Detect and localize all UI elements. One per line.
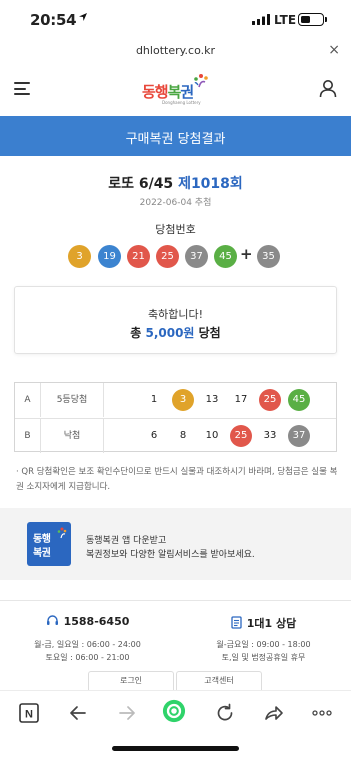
logo-text-1: 동행 — [142, 83, 169, 101]
phone-number[interactable]: 1588-6450 — [64, 615, 130, 628]
logo-text-2: 복 — [167, 83, 182, 101]
ticket-number-matched: 37 — [288, 425, 310, 447]
naver-n-icon[interactable]: N — [17, 701, 41, 725]
app-icon-text-1: 동행 — [33, 534, 51, 545]
app-banner[interactable]: 동행 복권 동행복권 앱 다운받고 복권정보와 다양한 알림서비스를 받아보세요… — [0, 508, 351, 580]
battery-icon — [298, 13, 327, 26]
back-arrow-icon[interactable] — [66, 701, 90, 725]
chat-hours-1: 월-금요일 : 09:00 - 18:00 — [216, 640, 311, 649]
ticket-number-matched: 25 — [259, 389, 281, 411]
customer-center-button[interactable]: 고객센터 — [176, 671, 262, 691]
prize-amount: 5,000원 — [145, 326, 195, 340]
status-time: 20:54 — [30, 11, 77, 29]
app-flame-icon — [57, 527, 67, 539]
status-bar: 20:54 LTE — [0, 0, 351, 40]
ticket-number: 6 — [150, 430, 158, 441]
share-icon[interactable] — [262, 701, 286, 725]
ticket-number: 33 — [263, 430, 277, 441]
winning-ball: 37 — [185, 245, 208, 268]
prize-suffix: 당첨 — [194, 326, 221, 340]
chat-support: 1대1 상담 월-금요일 : 09:00 - 18:00 토,일 및 법정공휴일… — [176, 615, 351, 664]
ticket-number-matched: 3 — [172, 389, 194, 411]
draw-game: 로또 6/45 — [108, 176, 174, 192]
prize-box: 축하합니다! 총 5,000원 당첨 — [14, 286, 337, 354]
reload-icon[interactable] — [213, 701, 237, 725]
ticket-number-matched: 25 — [230, 425, 252, 447]
ticket-row: A 5등당첨 1 3 13 17 25 45 — [15, 383, 336, 418]
home-indicator — [112, 746, 239, 751]
network-type: LTE — [274, 13, 297, 27]
ticket-number-matched: 45 — [288, 389, 310, 411]
app-icon[interactable]: 동행 복권 — [27, 522, 71, 566]
page-title: 구매복권 당첨결과 — [125, 132, 226, 147]
naver-letter: N — [25, 709, 33, 721]
site-header: 동행복권 Donghaeng Lottery — [0, 62, 351, 116]
congrats-text: 축하합니다! — [147, 308, 203, 321]
login-button[interactable]: 로그인 — [88, 671, 174, 691]
browser-toolbar: N — [0, 690, 351, 759]
ticket-slot: B — [15, 419, 41, 453]
user-icon[interactable] — [319, 79, 337, 98]
hamburger-menu-icon[interactable] — [14, 82, 30, 95]
page-title-bar: 구매복권 당첨결과 — [0, 116, 351, 156]
app-banner-line-2: 복권정보와 다양한 알림서비스를 받아보세요. — [86, 550, 255, 560]
ticket-number: 13 — [205, 394, 219, 405]
winning-ball: 25 — [156, 245, 179, 268]
phone-support: 1588-6450 월-금, 일요일 : 06:00 - 24:00 토요일 :… — [0, 615, 175, 664]
ticket-number: 8 — [179, 430, 187, 441]
ticket-table: A 5등당첨 1 3 13 17 25 45 B 낙첨 6 8 10 25 33 37 — [14, 382, 337, 453]
draw-date: 2022-06-04 추첨 — [139, 198, 212, 208]
signal-bars-icon — [252, 14, 270, 25]
ticket-number: 1 — [150, 394, 158, 405]
prize-total: 총 5,000원 당첨 — [15, 324, 336, 341]
draw-round: 제1018회 — [178, 176, 243, 192]
phone-hours-1: 월-금, 일요일 : 06:00 - 24:00 — [34, 640, 141, 649]
green-dot-icon[interactable] — [162, 699, 186, 723]
forward-arrow-icon[interactable] — [115, 701, 139, 725]
logo-flame-icon — [194, 74, 208, 88]
location-arrow-icon — [79, 13, 87, 21]
draw-title: 로또 6/45 제1018회 — [0, 173, 351, 193]
chat-hours-2: 토,일 및 법정공휴일 휴무 — [221, 653, 306, 662]
prize-prefix: 총 — [130, 326, 146, 340]
phone-hours-2: 토요일 : 06:00 - 21:00 — [45, 653, 130, 662]
site-footer: 1588-6450 월-금, 일요일 : 06:00 - 24:00 토요일 :… — [0, 600, 351, 691]
url-text[interactable]: dhlottery.co.kr — [0, 44, 351, 57]
winning-numbers-label: 당첨번호 — [155, 223, 196, 236]
ticket-slot: A — [15, 383, 41, 417]
document-icon — [231, 616, 242, 629]
ticket-number: 17 — [234, 394, 248, 405]
close-icon[interactable]: × — [328, 42, 340, 58]
qr-notice: · QR 당첨확인은 보조 확인수단이므로 반드시 실물과 대조하시기 바라며,… — [16, 467, 338, 492]
bonus-plus: + — [240, 245, 253, 263]
chat-label[interactable]: 1대1 상담 — [247, 617, 297, 630]
winning-ball: 21 — [127, 245, 150, 268]
ticket-row: B 낙첨 6 8 10 25 33 37 — [15, 418, 336, 453]
logo-subtitle: Donghaeng Lottery — [162, 100, 201, 105]
bonus-ball: 35 — [257, 245, 280, 268]
winning-ball: 45 — [214, 245, 237, 268]
app-icon-text-2: 복권 — [33, 548, 51, 559]
browser-url-bar[interactable]: dhlottery.co.kr × — [0, 40, 351, 62]
ticket-result: 5등당첨 — [41, 383, 104, 417]
headset-icon — [46, 615, 58, 625]
more-icon[interactable] — [310, 701, 334, 725]
winning-ball: 19 — [98, 245, 121, 268]
winning-ball: 3 — [68, 245, 91, 268]
site-logo[interactable]: 동행복권 Donghaeng Lottery — [140, 73, 212, 107]
ticket-result: 낙첨 — [41, 419, 104, 453]
app-banner-line-1: 동행복권 앱 다운받고 — [86, 536, 167, 546]
ticket-number: 10 — [205, 430, 219, 441]
